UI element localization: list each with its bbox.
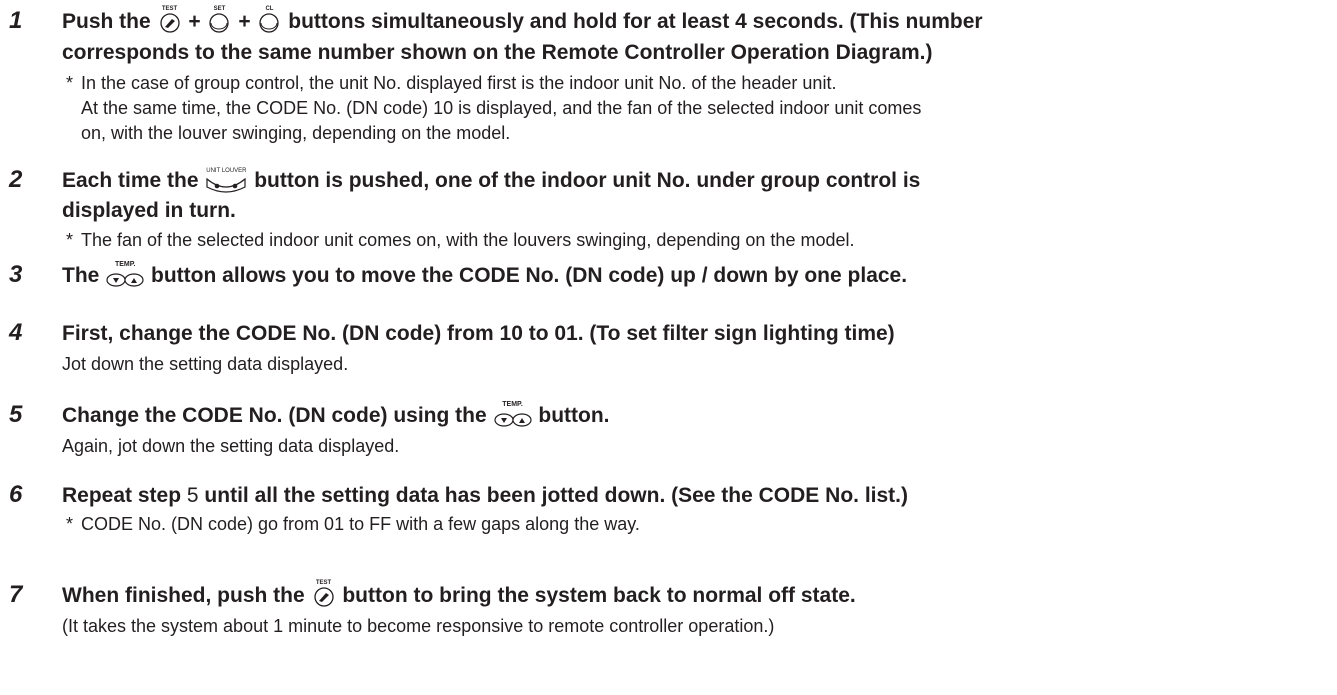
step-title: Push the TEST + SET + CL buttons simulta… — [62, 6, 983, 34]
step-number: 3 — [9, 261, 23, 288]
step-title: Change the CODE No. (DN code) using the … — [62, 401, 610, 428]
step-title-cont: displayed in turn. — [62, 199, 236, 222]
step-number: 1 — [9, 7, 23, 34]
step-title: Repeat step 5 until all the setting data… — [62, 484, 908, 507]
step-number: 6 — [9, 481, 23, 508]
test-button-icon: TEST — [157, 6, 183, 34]
cl-button-icon: CL — [256, 6, 282, 34]
step-title: First, change the CODE No. (DN code) fro… — [62, 322, 895, 345]
step-note: * In the case of group control, the unit … — [66, 73, 922, 143]
temp-button-icon: TEMP. — [105, 261, 145, 288]
step-note: * CODE No. (DN code) go from 01 to FF wit… — [66, 514, 640, 534]
temp-button-icon: TEMP. — [493, 401, 533, 428]
step-text: Jot down the setting data displayed. — [62, 354, 349, 374]
test-button-icon: TEST — [311, 580, 337, 608]
step-number: 2 — [9, 166, 23, 193]
step-number: 7 — [9, 581, 23, 608]
step-text: Again, jot down the setting data display… — [62, 436, 400, 456]
step-title: Each time the UNIT LOUVER button is push… — [62, 168, 921, 193]
step-number: 5 — [9, 401, 23, 428]
unit-louver-button-icon: UNIT LOUVER — [204, 168, 248, 193]
set-button-icon: SET — [206, 6, 232, 34]
step-note: * The fan of the selected indoor unit com… — [66, 230, 855, 250]
step-title: When finished, push the TEST button to b… — [62, 580, 856, 608]
step-number: 4 — [9, 319, 23, 346]
step-text: (It takes the system about 1 minute to b… — [62, 616, 775, 636]
step-title-cont: corresponds to the same number shown on … — [62, 41, 933, 64]
step-title: The TEMP. button allows you to move the … — [62, 261, 908, 288]
